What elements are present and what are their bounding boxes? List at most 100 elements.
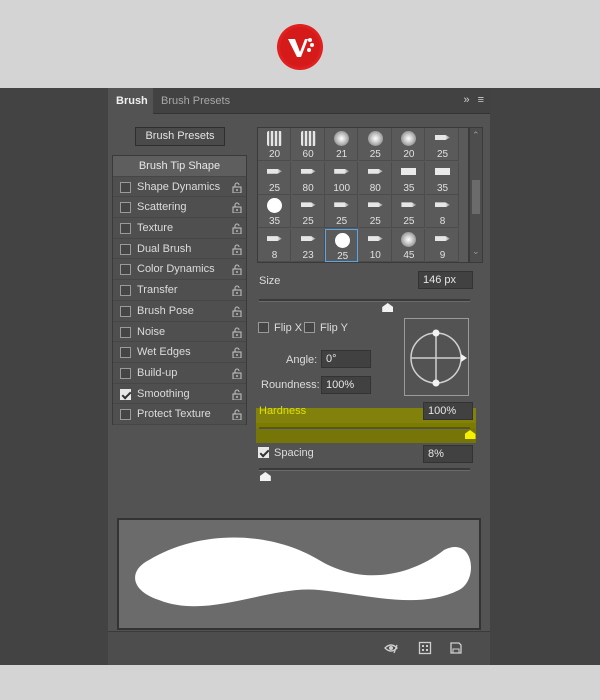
brush-tip-thumbnail: [267, 168, 282, 174]
size-slider-knob[interactable]: [382, 303, 394, 312]
brush-stroke-preview: [117, 518, 481, 630]
option-checkbox[interactable]: [120, 202, 131, 214]
tab-brush[interactable]: Brush: [108, 88, 153, 114]
lock-icon[interactable]: [232, 347, 242, 359]
flip-y-checkbox[interactable]: [304, 322, 315, 333]
brush-tip[interactable]: 21: [325, 128, 359, 161]
option-checkbox[interactable]: [120, 285, 131, 297]
brush-tip[interactable]: 35: [426, 161, 459, 195]
brush-tip[interactable]: 25: [325, 229, 359, 263]
option-checkbox[interactable]: [120, 409, 131, 421]
lock-icon[interactable]: [232, 389, 242, 400]
option-checkbox[interactable]: [120, 223, 131, 235]
eye-toggle-icon[interactable]: [384, 641, 398, 655]
scroll-thumb[interactable]: [472, 180, 480, 214]
brush-tip[interactable]: 20: [392, 128, 426, 161]
hardness-field[interactable]: 100%: [423, 402, 473, 420]
option-checkbox[interactable]: [120, 388, 131, 400]
spacing-field[interactable]: 8%: [423, 445, 473, 463]
lock-icon[interactable]: [232, 264, 242, 276]
lock-icon[interactable]: [232, 285, 242, 297]
option-label: Transfer: [137, 284, 178, 297]
option-smoothing[interactable]: Smoothing: [113, 384, 246, 405]
brush-tip[interactable]: 25: [358, 128, 392, 161]
hardness-highlight-lower: [256, 423, 476, 443]
hamburger-menu-icon[interactable]: ≡: [478, 94, 484, 106]
tab-brush-presets[interactable]: Brush Presets: [153, 88, 238, 114]
option-wet-edges[interactable]: Wet Edges: [113, 342, 246, 363]
bottom-band: [0, 665, 600, 700]
option-brush-pose[interactable]: Brush Pose: [113, 301, 246, 322]
brush-tip[interactable]: 8: [426, 195, 459, 229]
option-color-dynamics[interactable]: Color Dynamics: [113, 259, 246, 281]
roundness-label: Roundness:: [261, 379, 320, 391]
brush-tip[interactable]: 80: [291, 161, 325, 195]
brush-tip-thumbnail: [367, 236, 383, 242]
option-checkbox[interactable]: [120, 181, 131, 193]
brush-tip[interactable]: 35: [392, 161, 426, 195]
option-checkbox[interactable]: [120, 347, 131, 359]
new-preset-icon[interactable]: [449, 641, 463, 655]
option-protect-texture[interactable]: Protect Texture: [113, 404, 246, 425]
lock-icon[interactable]: [232, 306, 242, 317]
option-checkbox[interactable]: [120, 264, 131, 276]
brush-tip-size: 25: [403, 216, 415, 228]
option-checkbox[interactable]: [120, 367, 131, 379]
angle-field[interactable]: 0°: [321, 350, 371, 368]
spacing-checkbox[interactable]: [258, 447, 269, 458]
spacing-slider-knob[interactable]: [259, 472, 271, 481]
brush-tip[interactable]: 80: [358, 161, 392, 195]
brush-tip[interactable]: 25: [291, 195, 325, 229]
brush-tip[interactable]: 35: [258, 195, 291, 229]
scroll-down-icon[interactable]: ⌄: [472, 246, 480, 257]
lock-icon[interactable]: [232, 223, 242, 235]
brush-presets-button[interactable]: Brush Presets: [135, 127, 225, 146]
brush-tip[interactable]: 25: [392, 195, 426, 229]
option-scattering[interactable]: Scattering: [113, 197, 246, 219]
brush-tip[interactable]: 25: [426, 128, 459, 161]
lock-icon[interactable]: [232, 202, 242, 214]
tip-grid-scrollbar[interactable]: ⌃ ⌄: [469, 127, 483, 263]
brush-tip[interactable]: 25: [325, 195, 359, 229]
roundness-field[interactable]: 100%: [321, 376, 371, 394]
option-brush-tip-shape[interactable]: Brush Tip Shape: [113, 156, 246, 177]
brush-tip[interactable]: 25: [258, 161, 291, 195]
option-checkbox[interactable]: [120, 326, 131, 338]
brush-tip[interactable]: 45: [392, 229, 426, 263]
flip-x-checkbox[interactable]: [258, 322, 269, 333]
lock-icon[interactable]: [232, 409, 242, 421]
option-checkbox[interactable]: [120, 243, 131, 255]
option-transfer[interactable]: Transfer: [113, 280, 246, 301]
brush-tip[interactable]: 100: [325, 161, 359, 195]
size-field[interactable]: 146 px: [418, 271, 473, 289]
brush-tip-thumbnail: [300, 131, 316, 146]
brush-tip[interactable]: 60: [291, 128, 325, 161]
scroll-up-icon[interactable]: ⌃: [472, 130, 480, 141]
option-build-up[interactable]: Build-up: [113, 363, 246, 384]
lock-icon[interactable]: [232, 244, 242, 255]
brush-tip[interactable]: 20: [258, 128, 291, 161]
brush-tip[interactable]: 9: [426, 229, 459, 263]
lock-icon[interactable]: [232, 182, 242, 193]
option-shape-dynamics[interactable]: Shape Dynamics: [113, 177, 246, 198]
grid-icon[interactable]: [418, 641, 432, 655]
option-noise[interactable]: Noise: [113, 322, 246, 343]
size-slider[interactable]: [259, 299, 470, 302]
hardness-slider[interactable]: [259, 427, 470, 430]
brush-tip-thumbnail: [367, 168, 383, 174]
lock-icon[interactable]: [232, 368, 242, 379]
option-checkbox[interactable]: [120, 305, 131, 317]
spacing-slider[interactable]: [259, 468, 470, 471]
angle-roundness-dial[interactable]: [404, 318, 469, 396]
brush-tip-size: 10: [369, 250, 381, 262]
brush-tip[interactable]: 23: [291, 229, 325, 263]
option-dual-brush[interactable]: Dual Brush: [113, 239, 246, 260]
brush-tip[interactable]: 25: [358, 195, 392, 229]
brush-tip[interactable]: 8: [258, 229, 291, 263]
lock-icon[interactable]: [232, 326, 242, 338]
brush-tip[interactable]: 10: [358, 229, 392, 263]
angle-label: Angle:: [286, 354, 318, 366]
brush-tip-grid: 20 60 21 25 20 25 25 80 100 80 35 35 35 25 25 25 25 8 8 23 2…: [257, 127, 469, 263]
double-chevron-right-icon[interactable]: »: [463, 94, 469, 106]
option-texture[interactable]: Texture: [113, 218, 246, 239]
